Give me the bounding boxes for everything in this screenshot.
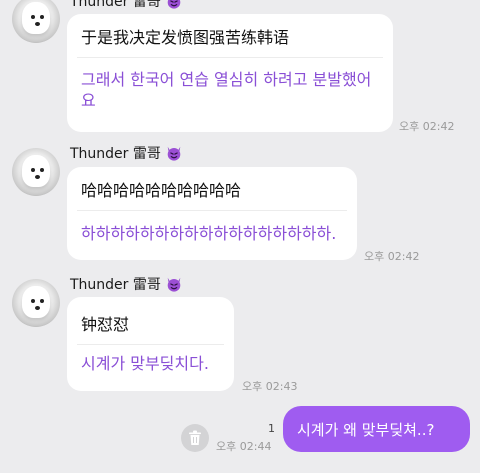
message-time: 오후 02:42 <box>399 120 455 133</box>
sender-name-row: Thunder 雷哥 <box>70 143 183 163</box>
original-text: 钟怼怼 <box>81 315 130 334</box>
sender-name: Thunder 雷哥 <box>70 0 161 10</box>
translated-text: 시계가 맞부딪치다. <box>81 354 209 373</box>
message-time: 오후 02:43 <box>242 380 298 393</box>
translated-text: 하하하하하하하하하하하하하하하하하. <box>81 224 337 243</box>
outgoing-message-bubble[interactable]: 시계가 왜 맞부딪쳐..? <box>283 406 470 452</box>
sender-avatar[interactable] <box>12 148 60 196</box>
purple-devil-icon <box>167 146 181 161</box>
incoming-message-bubble[interactable]: 钟怼怼 시계가 맞부딪치다. <box>67 297 234 391</box>
original-text: 于是我决定发愤图强苦练韩语 <box>81 28 290 47</box>
trash-button[interactable] <box>181 424 209 452</box>
sender-avatar[interactable] <box>12 279 60 327</box>
avatar-eye <box>40 299 44 303</box>
avatar-nose <box>35 306 40 310</box>
outgoing-text: 시계가 왜 맞부딪쳐..? <box>297 420 435 439</box>
sender-name: Thunder 雷哥 <box>70 146 161 162</box>
purple-devil-icon <box>167 0 181 9</box>
sender-avatar[interactable] <box>12 0 60 43</box>
sender-name: Thunder 雷哥 <box>70 277 161 293</box>
avatar-eye <box>40 168 44 172</box>
message-time: 오후 02:42 <box>364 250 420 263</box>
incoming-message-bubble[interactable]: 于是我决定发愤图强苦练韩语 그래서 한국어 연습 열심히 하려고 분발했어요 <box>67 14 393 132</box>
avatar-eye <box>31 168 35 172</box>
avatar-eye <box>31 15 35 19</box>
sender-name-row: Thunder 雷哥 <box>70 0 183 11</box>
unread-count: 1 <box>268 422 275 435</box>
translated-text: 그래서 한국어 연습 열심히 하려고 분발했어요 <box>81 70 372 110</box>
message-time: 오후 02:44 <box>216 440 272 453</box>
original-text: 哈哈哈哈哈哈哈哈哈哈 <box>81 181 242 200</box>
dog-avatar-image <box>22 2 50 34</box>
purple-devil-icon <box>167 277 181 292</box>
avatar-eye <box>40 15 44 19</box>
trash-icon <box>189 430 201 445</box>
incoming-message-bubble[interactable]: 哈哈哈哈哈哈哈哈哈哈 하하하하하하하하하하하하하하하하하. <box>67 167 357 260</box>
dog-avatar-image <box>22 155 50 187</box>
dog-avatar-image <box>22 286 50 318</box>
avatar-eye <box>31 299 35 303</box>
avatar-nose <box>35 22 40 26</box>
avatar-nose <box>35 175 40 179</box>
sender-name-row: Thunder 雷哥 <box>70 274 183 294</box>
